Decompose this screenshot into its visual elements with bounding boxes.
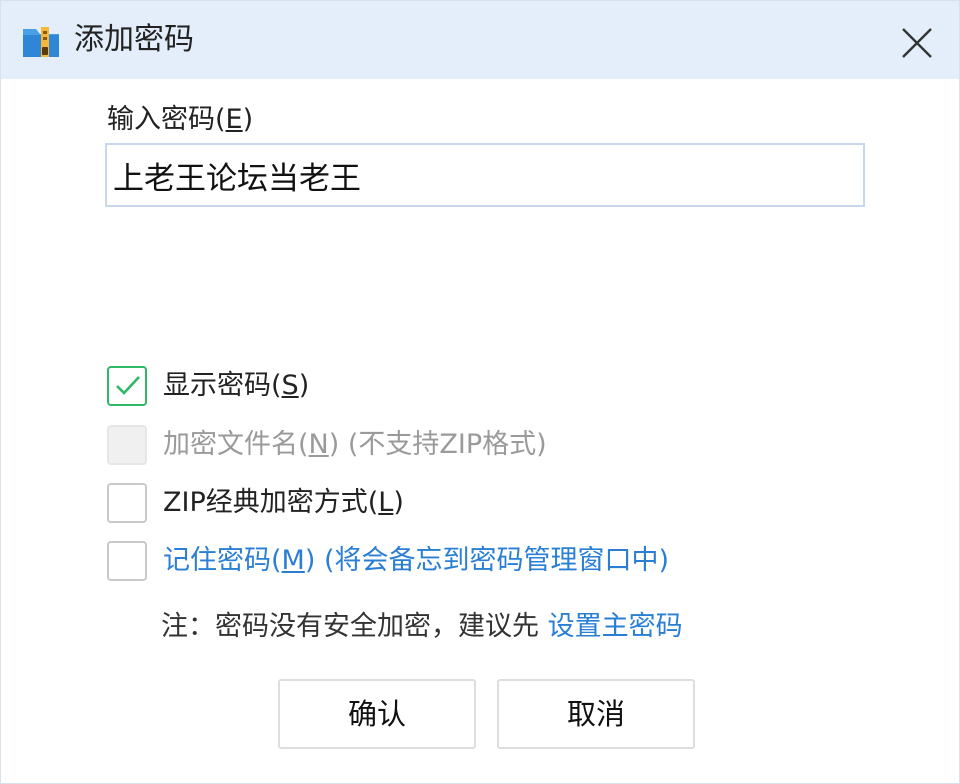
zip-classic-checkbox[interactable] [107,483,147,523]
close-button[interactable] [893,19,941,67]
title-bar: 添加密码 [1,1,959,79]
archive-folder-icon [21,21,61,61]
zip-classic-label[interactable]: ZIP经典加密方式(L) [163,484,404,522]
show-password-label[interactable]: 显示密码(S) [163,367,309,405]
encrypt-filename-option: 加密文件名(N) (不支持ZIP格式) [107,424,547,466]
set-master-password-link[interactable]: 设置主密码 [548,611,683,642]
remember-password-label[interactable]: 记住密码(M) (将会备忘到密码管理窗口中) [163,542,669,580]
checkmark-icon [116,376,140,395]
close-icon[interactable] [893,19,941,67]
remember-password-option[interactable]: 记住密码(M) (将会备忘到密码管理窗口中) [107,540,669,582]
show-password-checkbox[interactable] [107,366,147,406]
security-note: 注：密码没有安全加密，建议先 设置主密码 [161,611,683,642]
dialog-title: 添加密码 [74,22,194,57]
password-input[interactable] [105,143,865,207]
show-password-option[interactable]: 显示密码(S) [107,365,309,407]
encrypt-filename-checkbox [107,425,147,465]
password-label: 输入密码(E) [107,104,254,135]
add-password-dialog: 添加密码 输入密码(E) 显示密码(S) 加密文件名(N) (不支持ZIP格式)… [0,0,960,784]
encrypt-filename-label: 加密文件名(N) (不支持ZIP格式) [163,429,547,460]
cancel-button[interactable]: 取消 [497,679,695,749]
confirm-button[interactable]: 确认 [278,679,476,749]
remember-password-checkbox[interactable] [107,541,147,581]
zip-classic-option[interactable]: ZIP经典加密方式(L) [107,482,404,524]
